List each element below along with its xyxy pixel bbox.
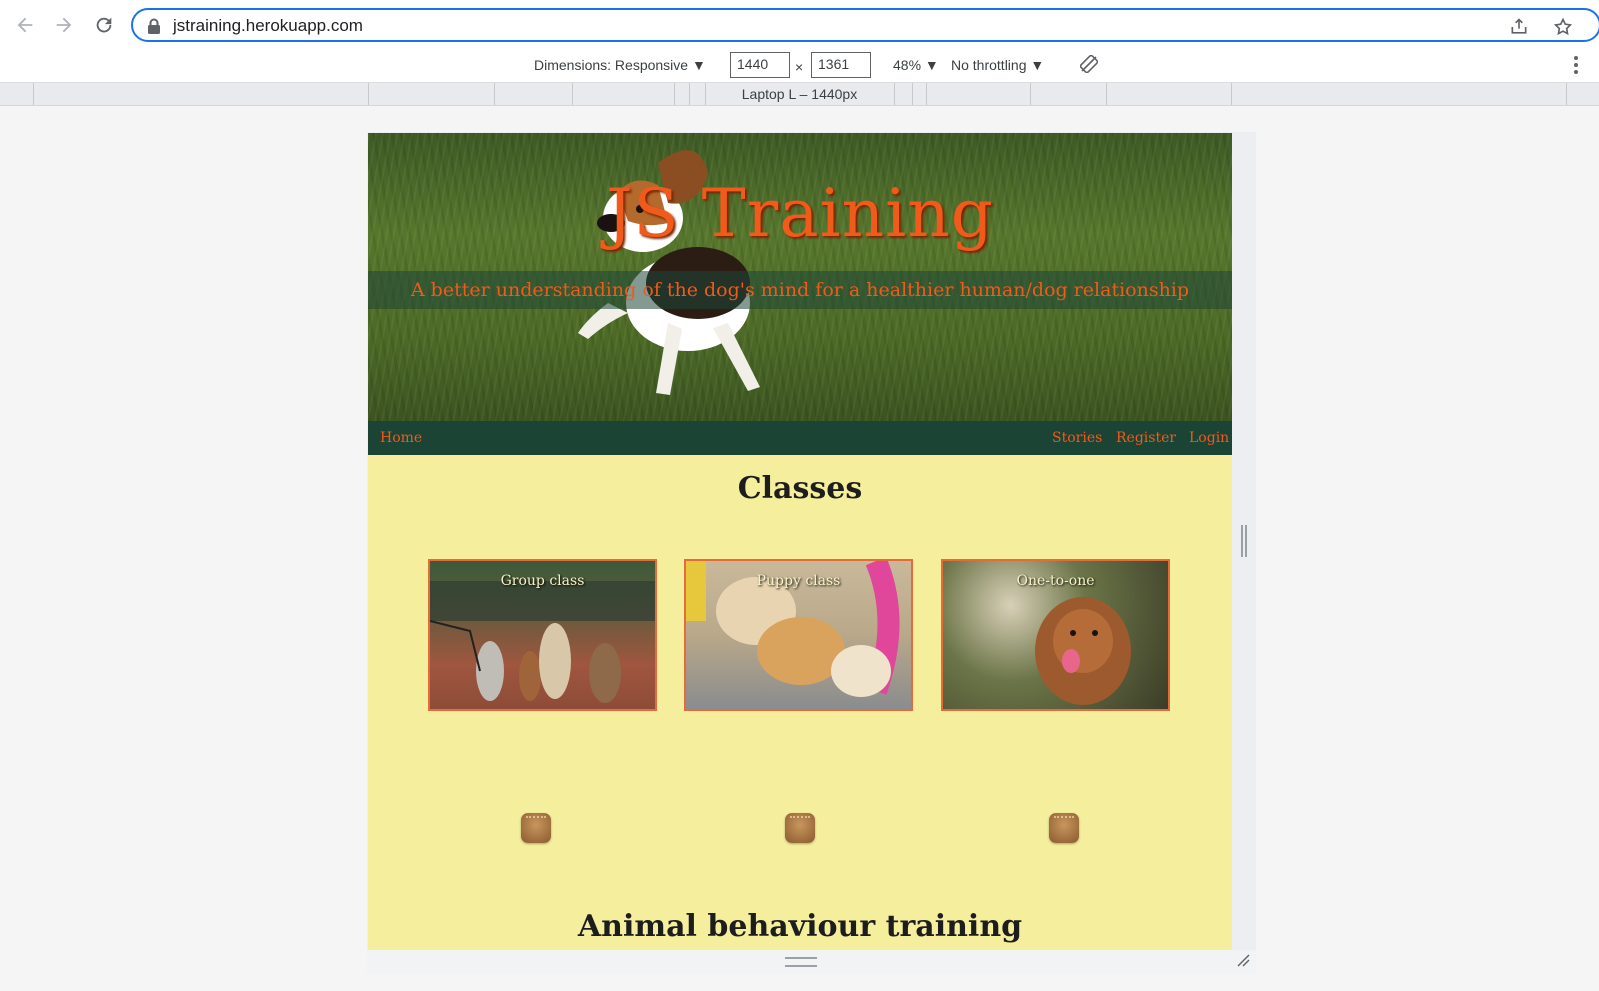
card-caption: One-to-one [1016,573,1095,589]
card-caption: Puppy class [756,573,841,589]
nav-home-link[interactable]: Home [380,430,422,446]
media-query-ruler[interactable]: Laptop L – 1440px [0,83,1599,106]
main-nav: Home Stories Register Login [368,421,1232,455]
address-bar[interactable]: jstraining.herokuapp.com [131,8,1599,42]
zoom-dropdown[interactable]: 48% ▼ [893,57,939,73]
throttling-dropdown[interactable]: No throttling ▼ [951,57,1044,73]
nav-stories-link[interactable]: Stories [1052,430,1102,446]
back-arrow-icon[interactable] [12,12,38,38]
site-tagline: A better understanding of the dog's mind… [410,279,1190,301]
puppy-class-card[interactable]: Puppy class [684,559,913,711]
one-to-one-card[interactable]: One-to-one [941,559,1170,711]
browser-toolbar: jstraining.herokuapp.com [0,0,1599,50]
site-title: JS Training [605,175,995,252]
forward-arrow-icon[interactable] [51,12,77,38]
classes-heading: Classes [737,471,863,506]
dimensions-dropdown[interactable]: Dimensions: Responsive ▼ [534,57,706,73]
nav-login-link[interactable]: Login [1189,430,1229,446]
hero-banner: JS Training A better understanding of th… [368,133,1232,421]
lock-icon[interactable] [147,18,161,34]
emulated-page: JS Training A better understanding of th… [368,133,1232,950]
nav-register-link[interactable]: Register [1116,430,1176,446]
times-separator: × [795,59,804,75]
resize-handle-bottom[interactable] [367,950,1256,974]
share-icon[interactable] [1509,17,1529,37]
card-caption: Group class [500,573,585,589]
behaviour-heading: Animal behaviour training [577,909,1023,944]
group-class-card[interactable]: Group class [428,559,657,711]
media-query-label: Laptop L – 1440px [741,86,858,102]
device-toolbar: Dimensions: Responsive ▼ 1440 × 1361 48%… [0,50,1599,83]
tagline-band: A better understanding of the dog's mind… [368,271,1232,309]
rotate-icon[interactable] [1080,55,1098,73]
paw-icon [521,813,551,843]
paw-icon [1049,813,1079,843]
resize-handle-corner[interactable] [1236,953,1250,967]
kebab-menu-icon[interactable] [1573,55,1579,75]
url-text: jstraining.herokuapp.com [173,16,363,35]
paw-icon [785,813,815,843]
reload-icon[interactable] [91,12,117,38]
height-input[interactable]: 1361 [811,52,871,78]
resize-handle-right[interactable] [1241,525,1247,557]
width-input[interactable]: 1440 [730,52,790,78]
star-icon[interactable] [1553,17,1573,37]
